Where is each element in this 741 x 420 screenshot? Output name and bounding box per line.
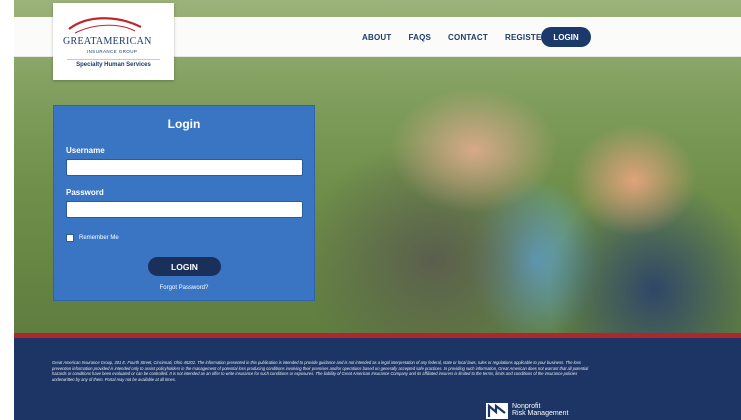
npr-line-1: Nonprofit: [512, 403, 541, 410]
company-logo[interactable]: GREATAMERICAN INSURANCE GROUP Specialty …: [53, 3, 174, 80]
password-label: Password: [66, 188, 104, 197]
nonprofit-risk-management-logo[interactable]: Nonprofit Risk Management: [486, 403, 568, 419]
remember-me-checkbox[interactable]: [66, 234, 74, 242]
login-title: Login: [167, 117, 201, 131]
npr-mark-icon: [486, 403, 508, 419]
remember-me-label: Remember Me: [79, 235, 119, 241]
logo-subtitle: INSURANCE GROUP: [87, 49, 138, 54]
logo-swoosh-icon: [68, 17, 142, 34]
logo-divider: [67, 59, 160, 60]
username-label: Username: [66, 146, 105, 155]
login-submit-button[interactable]: LOGIN: [148, 257, 221, 276]
npr-line-2: Risk Management: [512, 410, 569, 417]
nav-links: ABOUT FAQS CONTACT REGISTER: [362, 17, 564, 57]
forgot-password-link[interactable]: Forgot Password?: [54, 285, 314, 291]
nav-login-button[interactable]: LOGIN: [541, 27, 591, 47]
login-panel: Login Username Password Remember Me LOGI…: [53, 105, 315, 301]
logo-tagline: Specialty Human Services: [76, 62, 151, 68]
footer: Great American Insurance Group, 301 E. F…: [14, 338, 741, 420]
nav-contact-link[interactable]: CONTACT: [448, 33, 488, 42]
npr-text: Nonprofit Risk Management: [512, 403, 568, 417]
footer-disclaimer: Great American Insurance Group, 301 E. F…: [52, 360, 589, 383]
remember-me-row[interactable]: Remember Me: [66, 234, 119, 242]
nav-faqs-link[interactable]: FAQS: [408, 33, 431, 42]
username-input[interactable]: [66, 159, 303, 176]
password-input[interactable]: [66, 201, 303, 218]
nav-about-link[interactable]: ABOUT: [362, 33, 391, 42]
logo-wordmark: GREATAMERICAN: [63, 36, 152, 47]
